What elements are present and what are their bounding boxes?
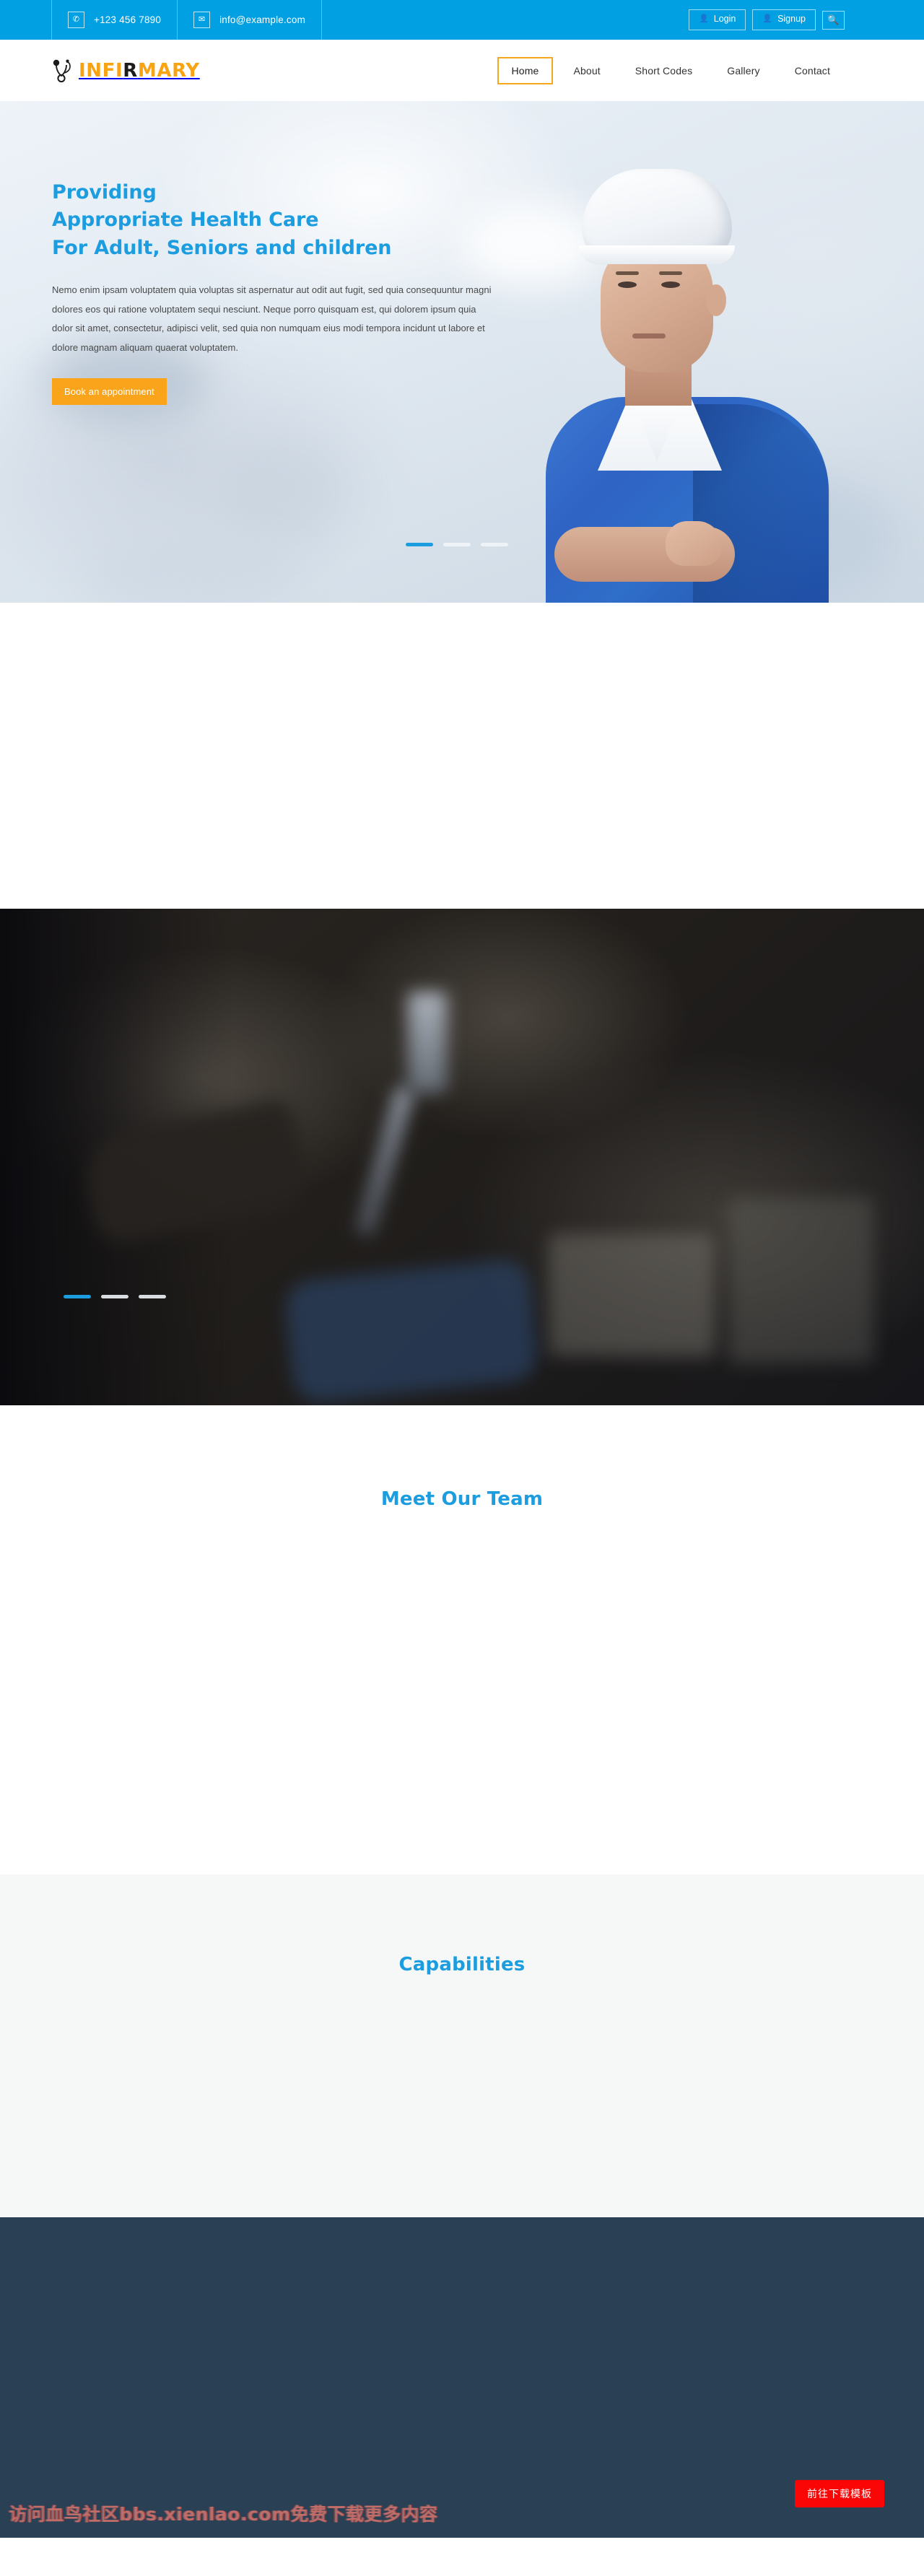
capabilities-section-title: Capabilities — [398, 1954, 526, 1975]
hero-slider: Providing Appropriate Health Care For Ad… — [0, 101, 924, 603]
logo-text-part2: R — [123, 59, 138, 82]
signup-button[interactable]: 👤 Signup — [752, 9, 816, 30]
user-icon: 👤 — [762, 14, 773, 24]
hero-content: Providing Appropriate Health Care For Ad… — [0, 101, 924, 603]
hero-slider-dots — [406, 543, 508, 546]
login-button[interactable]: 👤 Login — [689, 9, 746, 30]
hero-slider-dot-3[interactable] — [481, 543, 508, 546]
site-footer: 访问血鸟社区bbs.xienlao.com免费下载更多内容 前往下载模板 — [0, 2217, 924, 2538]
team-section-title: Meet Our Team — [380, 1488, 544, 1510]
envelope-icon: ✉ — [193, 12, 211, 28]
site-watermark: 访问血鸟社区bbs.xienlao.com免费下载更多内容 — [9, 2504, 438, 2525]
topbar-email-label: info@example.com — [219, 14, 306, 25]
services-placeholder-section — [0, 603, 924, 909]
topbar-phone-label: +123 456 7890 — [94, 14, 162, 25]
hero-slider-dot-1[interactable] — [406, 543, 433, 546]
phone-icon: ✆ — [68, 12, 84, 28]
logo-text-part3: MARY — [137, 59, 200, 82]
hero-headline-line-3: For Adult, Seniors and children — [52, 236, 392, 259]
top-contact-bar: ✆ +123 456 7890 ✉ info@example.com 👤 Log… — [0, 0, 924, 40]
capabilities-section: Capabilities — [0, 1874, 924, 2217]
hero-headline: Providing Appropriate Health Care For Ad… — [52, 179, 924, 262]
nav-item-contact[interactable]: Contact — [780, 57, 845, 84]
page-root: ✆ +123 456 7890 ✉ info@example.com 👤 Log… — [0, 0, 924, 2576]
logo-text: INFIRMARY — [79, 60, 200, 82]
login-label: Login — [713, 14, 736, 25]
dark-slider-dot-3[interactable] — [139, 1295, 166, 1298]
hero-headline-line-2: Appropriate Health Care — [52, 209, 319, 232]
signup-label: Signup — [777, 14, 806, 25]
team-section: Meet Our Team — [0, 1405, 924, 1874]
hero-paragraph: Nemo enim ipsam voluptatem quia voluptas… — [52, 284, 492, 353]
search-button[interactable]: 🔍 — [822, 10, 845, 30]
search-icon: 🔍 — [827, 14, 840, 25]
nav-item-about[interactable]: About — [559, 57, 614, 84]
site-header: INFIRMARY Home About Short Codes Gallery… — [0, 40, 924, 101]
hero-slider-dot-2[interactable] — [443, 543, 471, 546]
topbar-contact-group: ✆ +123 456 7890 ✉ info@example.com — [0, 0, 323, 40]
dark-slider-dot-1[interactable] — [64, 1295, 91, 1298]
download-template-button[interactable]: 前往下载模板 — [795, 2480, 884, 2507]
dark-slider-dots — [64, 1295, 166, 1298]
topbar-actions: 👤 Login 👤 Signup 🔍 — [689, 0, 924, 40]
nav-item-short-codes[interactable]: Short Codes — [621, 57, 707, 84]
stethoscope-icon — [53, 59, 71, 82]
logo-text-part1: INFI — [79, 59, 123, 82]
user-icon: 👤 — [699, 14, 709, 24]
book-appointment-button[interactable]: Book an appointment — [52, 377, 167, 405]
dark-slider-dot-2[interactable] — [101, 1295, 128, 1298]
site-logo[interactable]: INFIRMARY — [52, 58, 200, 83]
nav-item-gallery[interactable]: Gallery — [712, 57, 774, 84]
topbar-left-spacer — [0, 0, 52, 40]
dark-feature-slider — [0, 909, 924, 1405]
hero-headline-line-1: Providing — [52, 181, 157, 204]
topbar-phone[interactable]: ✆ +123 456 7890 — [52, 0, 178, 40]
main-navigation: Home About Short Codes Gallery Contact — [497, 56, 845, 84]
nav-item-home[interactable]: Home — [497, 56, 554, 84]
topbar-email[interactable]: ✉ info@example.com — [178, 0, 323, 40]
